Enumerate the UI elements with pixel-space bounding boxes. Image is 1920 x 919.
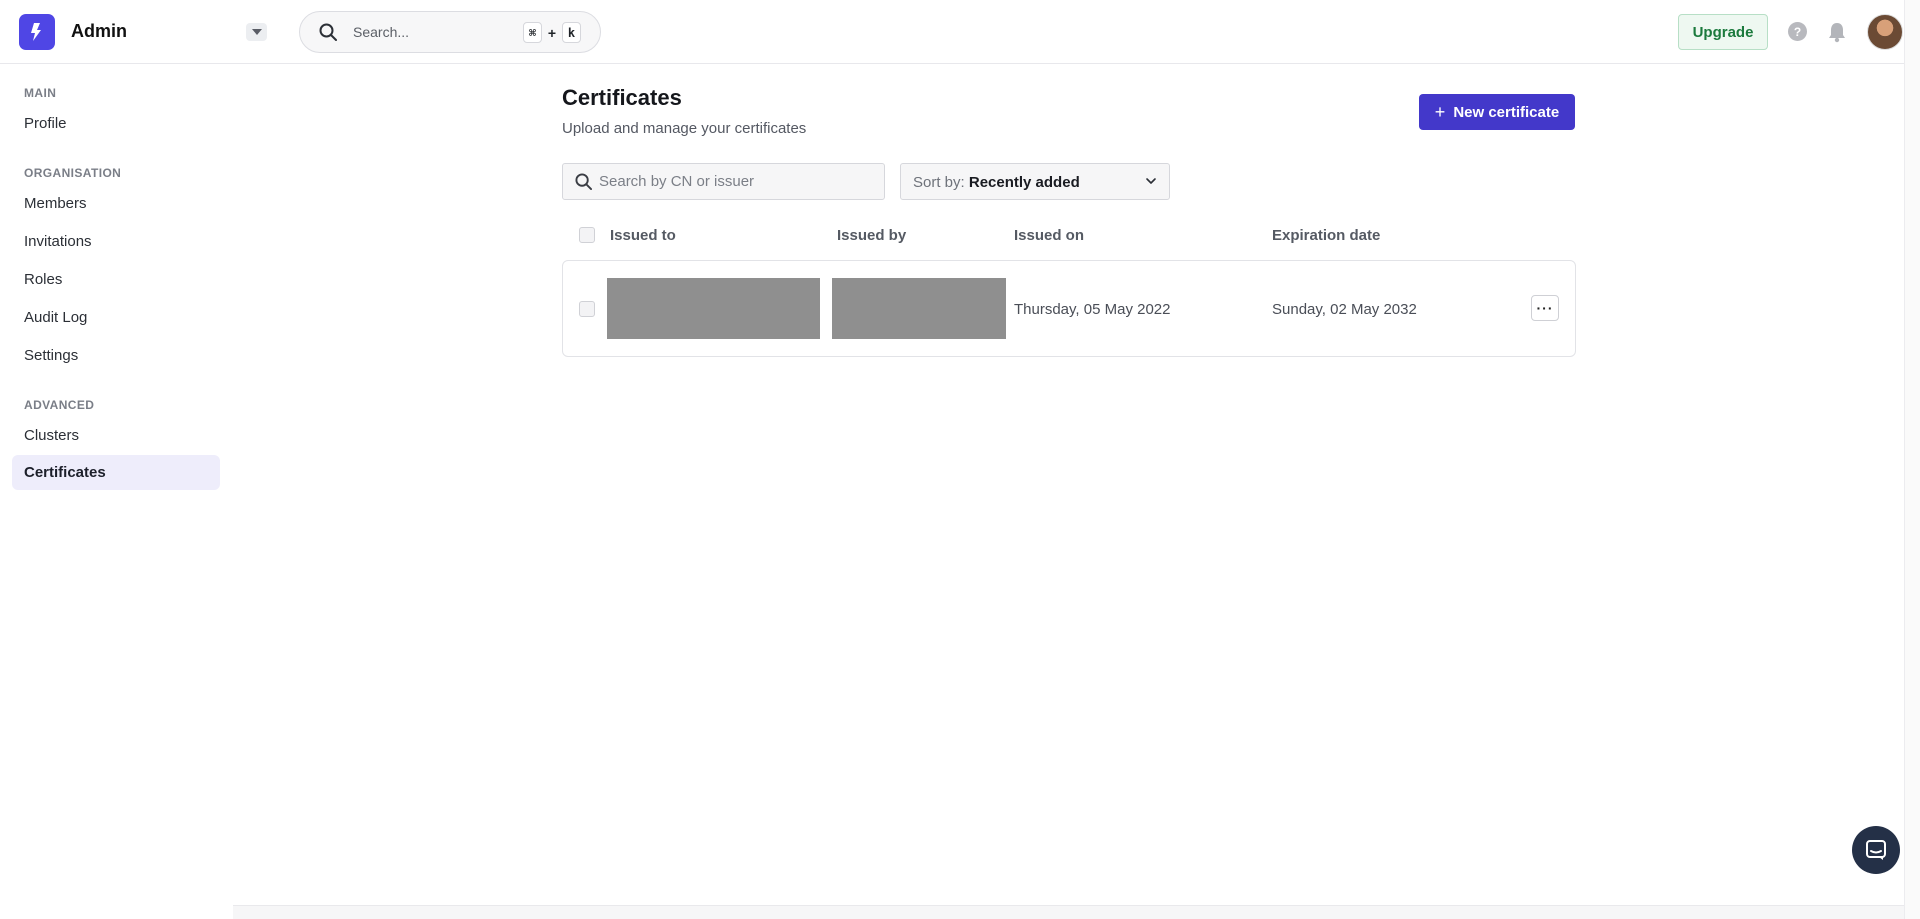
sidebar-item-certificates[interactable]: Certificates	[12, 455, 220, 490]
search-icon	[575, 173, 592, 190]
global-search[interactable]: Search... ⌘ + k	[299, 11, 601, 53]
sidebar: MAIN Profile ORGANISATION Members Invita…	[0, 64, 230, 919]
sort-select-text: Sort by: Recently added	[913, 174, 1080, 191]
column-header-expiration-date[interactable]: Expiration date	[1272, 227, 1380, 244]
column-header-issued-on[interactable]: Issued on	[1014, 227, 1084, 244]
page-subtitle: Upload and manage your certificates	[562, 120, 807, 137]
new-certificate-button[interactable]: + New certificate	[1419, 94, 1575, 130]
chat-launcher-button[interactable]	[1852, 826, 1900, 874]
plus-icon: +	[1434, 101, 1446, 122]
shortcut-cmd-key: ⌘	[523, 22, 542, 43]
certificate-search	[562, 163, 885, 200]
sort-select[interactable]: Sort by: Recently added	[900, 163, 1170, 200]
search-icon	[319, 23, 337, 41]
certificate-search-input[interactable]	[599, 164, 879, 199]
issued-by-redacted	[832, 278, 1006, 339]
app-title: Admin	[71, 21, 127, 41]
top-bar: Admin Search... ⌘ + k Upgrade ?	[0, 0, 1904, 64]
app-switcher-dropdown[interactable]	[246, 23, 267, 41]
page-title: Certificates	[562, 85, 682, 110]
bell-icon[interactable]	[1827, 21, 1847, 43]
app-logo[interactable]	[19, 14, 55, 50]
new-certificate-label: New certificate	[1453, 103, 1560, 121]
sidebar-item-settings[interactable]: Settings	[12, 338, 220, 373]
sidebar-item-profile[interactable]: Profile	[12, 106, 220, 141]
shortcut-plus: +	[547, 24, 557, 41]
sidebar-item-audit-log[interactable]: Audit Log	[12, 300, 220, 335]
help-icon[interactable]: ?	[1788, 22, 1807, 41]
sidebar-item-members[interactable]: Members	[12, 186, 220, 221]
sidebar-section-main: MAIN	[24, 86, 57, 100]
caret-down-icon	[251, 29, 262, 35]
chat-icon	[1866, 840, 1886, 860]
shortcut-k-key: k	[562, 22, 581, 43]
sidebar-item-roles[interactable]: Roles	[12, 262, 220, 297]
app-logo-icon	[31, 23, 41, 41]
row-checkbox[interactable]	[579, 301, 595, 317]
global-search-placeholder: Search...	[353, 24, 410, 40]
row-more-actions-button[interactable]: ···	[1531, 295, 1559, 321]
upgrade-button[interactable]: Upgrade	[1678, 14, 1768, 50]
issued-on-cell: Thursday, 05 May 2022	[1014, 301, 1171, 318]
sort-value: Recently added	[968, 174, 1080, 191]
sort-label: Sort by:	[913, 174, 969, 191]
sidebar-item-clusters[interactable]: Clusters	[12, 418, 220, 453]
vertical-scrollbar[interactable]	[1904, 0, 1920, 919]
chevron-down-icon	[1146, 178, 1156, 184]
expiration-date-cell: Sunday, 02 May 2032	[1272, 301, 1417, 318]
sidebar-section-organisation: ORGANISATION	[24, 166, 122, 180]
sidebar-section-advanced: ADVANCED	[24, 398, 95, 412]
select-all-checkbox[interactable]	[579, 227, 595, 243]
horizontal-scrollbar[interactable]	[233, 905, 1904, 919]
issued-to-redacted	[607, 278, 820, 339]
sidebar-item-invitations[interactable]: Invitations	[12, 224, 220, 259]
column-header-issued-to[interactable]: Issued to	[610, 227, 676, 244]
user-avatar[interactable]	[1867, 14, 1903, 50]
column-header-issued-by[interactable]: Issued by	[837, 227, 906, 244]
